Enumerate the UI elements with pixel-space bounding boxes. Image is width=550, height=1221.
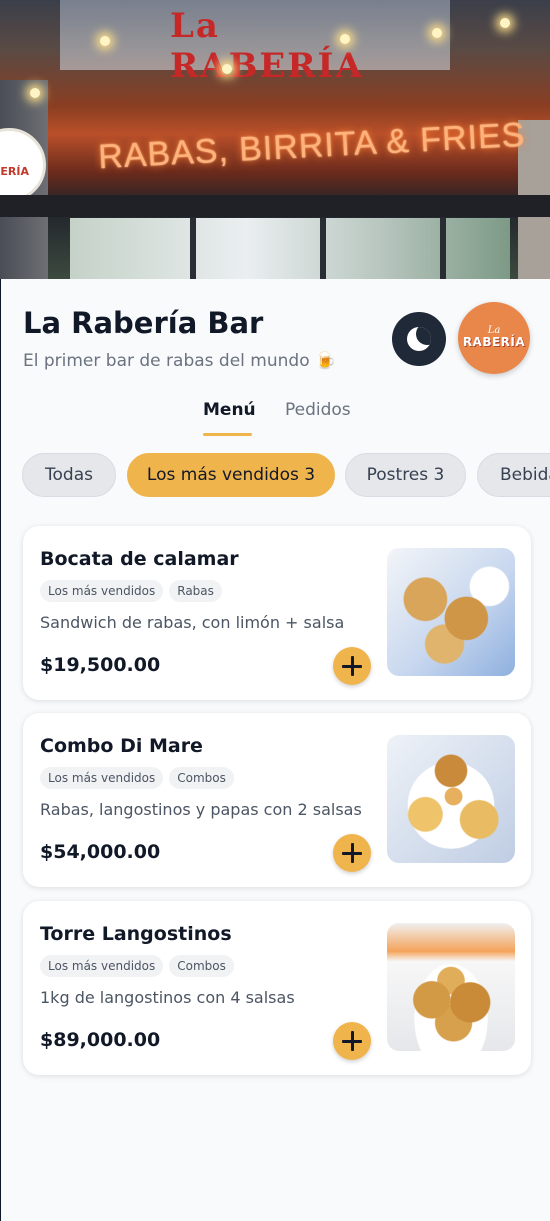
light-bulb [432,28,442,38]
product-description: 1kg de langostinos con 4 salsas [40,988,295,1007]
category-chip-desserts[interactable]: Postres 3 [345,453,466,497]
window-frame [320,218,326,279]
product-name: Bocata de calamar [40,548,239,570]
product-price: $19,500.00 [40,654,161,676]
left-edge-line [0,279,1,1221]
product-tags: Los más vendidos Combos [40,955,234,977]
category-chip-bestsellers[interactable]: Los más vendidos 3 [127,453,335,497]
product-tags: Los más vendidos Combos [40,767,234,789]
product-price: $54,000.00 [40,841,161,863]
light-bulb [30,88,40,98]
product-tag: Los más vendidos [40,580,164,602]
hero-neon-sign: RABAS, BIRRITA & FRIES [97,115,527,177]
add-to-cart-button[interactable] [333,834,371,872]
product-tags: Los más vendidos Rabas [40,580,222,602]
add-to-cart-button[interactable] [333,1022,371,1060]
product-tag: Los más vendidos [40,767,164,789]
product-description: Rabas, langostinos y papas con 2 salsas [40,800,362,819]
tab-menu[interactable]: Menú [203,400,256,420]
product-price: $89,000.00 [40,1029,161,1051]
product-tag: Combos [169,767,234,789]
tab-orders[interactable]: Pedidos [285,400,351,420]
product-photo [387,735,515,863]
product-photo [387,548,515,676]
product-tag: Combos [169,955,234,977]
window-frame [190,218,196,279]
product-name: Combo Di Mare [40,735,203,757]
plus-icon [342,843,362,863]
moon-icon [407,327,431,351]
restaurant-title: La Rabería Bar [23,306,264,340]
product-card[interactable]: Torre Langostinos Los más vendidos Combo… [23,901,531,1075]
category-chip-drinks[interactable]: Bebidas [477,453,550,497]
add-to-cart-button[interactable] [333,647,371,685]
product-card[interactable]: Bocata de calamar Los más vendidos Rabas… [23,526,531,700]
logo-text-line2: RABERÍA [462,335,526,350]
light-bulb [340,34,350,44]
hero-awning [0,195,550,217]
light-bulb [100,36,110,46]
active-tab-indicator [203,433,252,436]
light-bulb [222,64,232,74]
restaurant-subtitle: El primer bar de rabas del mundo 🍺 [23,351,337,371]
hero-banner-image: La RABERÍA RABAS, BIRRITA & FRIES La RAB… [0,0,550,279]
light-bulb [500,18,510,28]
plus-icon [342,1031,362,1051]
product-name: Torre Langostinos [40,923,232,945]
category-filter-bar[interactable]: Todas Los más vendidos 3 Postres 3 Bebid… [22,453,550,498]
window-frame [440,218,446,279]
category-chip-all[interactable]: Todas [22,453,116,497]
theme-toggle-button[interactable] [392,312,446,366]
product-tag: Rabas [169,580,222,602]
product-photo [387,923,515,1051]
product-tag: Los más vendidos [40,955,164,977]
product-card[interactable]: Combo Di Mare Los más vendidos Combos Ra… [23,713,531,887]
restaurant-logo: La RABERÍA [458,302,530,374]
product-description: Sandwich de rabas, con limón + salsa [40,613,345,632]
plus-icon [342,656,362,676]
